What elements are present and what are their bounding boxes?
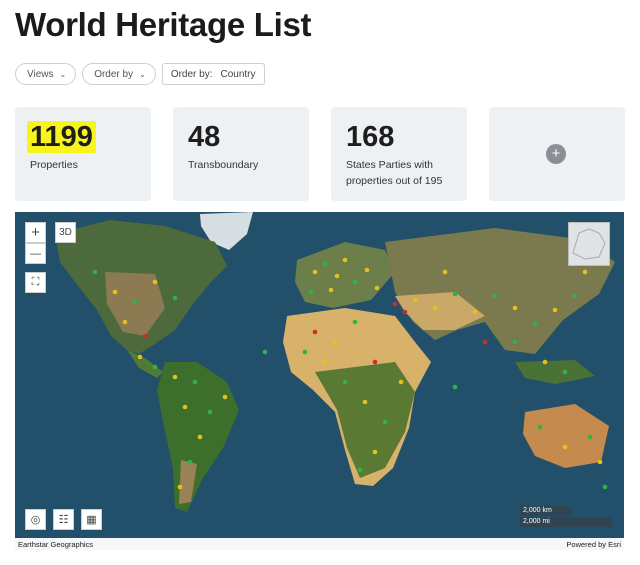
world-map[interactable]: + — 3D ⛶ ◎ ☷ ▦ 2,000 km 2,000 mi Earthst… [15, 212, 624, 550]
attribution-left: Earthstar Geographics [18, 539, 94, 549]
basemap-icon[interactable]: ▦ [81, 509, 102, 530]
stat-card-transboundary: 48 Transboundary [173, 107, 309, 201]
views-dropdown[interactable]: Views ⌄ [15, 63, 77, 85]
scale-bar-km: 2,000 km [520, 506, 572, 516]
stat-value: 168 [346, 121, 395, 153]
scale-bar-mi: 2,000 mi [520, 517, 612, 527]
plus-icon[interactable]: + [546, 144, 566, 164]
stat-card-states-parties: 168 States Parties with properties out o… [331, 107, 467, 201]
order-by-prefix: Order by: [170, 68, 213, 80]
overview-minimap[interactable] [568, 222, 610, 266]
stat-value: 48 [188, 121, 221, 153]
stat-card-properties: 1199 Properties [15, 107, 151, 201]
map-attribution: Earthstar Geographics Powered by Esri [15, 538, 624, 550]
chevron-down-icon: ⌄ [139, 69, 146, 79]
order-by-dropdown[interactable]: Order by ⌄ [82, 63, 156, 85]
compass-icon[interactable]: ◎ [25, 509, 46, 530]
stats-cards: 1199 Properties 48 Transboundary 168 Sta… [15, 107, 625, 201]
page-title: World Heritage List [15, 6, 312, 43]
zoom-in-icon[interactable]: + [25, 222, 46, 243]
views-label: Views [27, 68, 54, 80]
toolbar: Views ⌄ Order by ⌄ Order by: Country [15, 63, 265, 85]
add-widget-card: + [489, 107, 625, 201]
order-by-value: Country [220, 68, 256, 80]
stat-value: 1199 [27, 121, 96, 154]
stat-label: Transboundary [188, 159, 259, 171]
layers-icon[interactable]: ☷ [53, 509, 74, 530]
map-background [15, 212, 624, 550]
zoom-out-icon[interactable]: — [25, 243, 46, 264]
stat-label: Properties [30, 159, 78, 171]
order-by-indicator[interactable]: Order by: Country [161, 63, 265, 85]
fullscreen-icon[interactable]: ⛶ [25, 272, 46, 293]
order-by-label: Order by [94, 68, 134, 80]
chevron-down-icon: ⌄ [59, 69, 67, 79]
attribution-right[interactable]: Powered by Esri [566, 540, 621, 549]
stat-label: States Parties with properties out of 19… [346, 159, 443, 187]
highlight: 1199 [27, 121, 96, 153]
overview-map-icon [572, 228, 606, 260]
3d-toggle-button[interactable]: 3D [55, 222, 76, 243]
